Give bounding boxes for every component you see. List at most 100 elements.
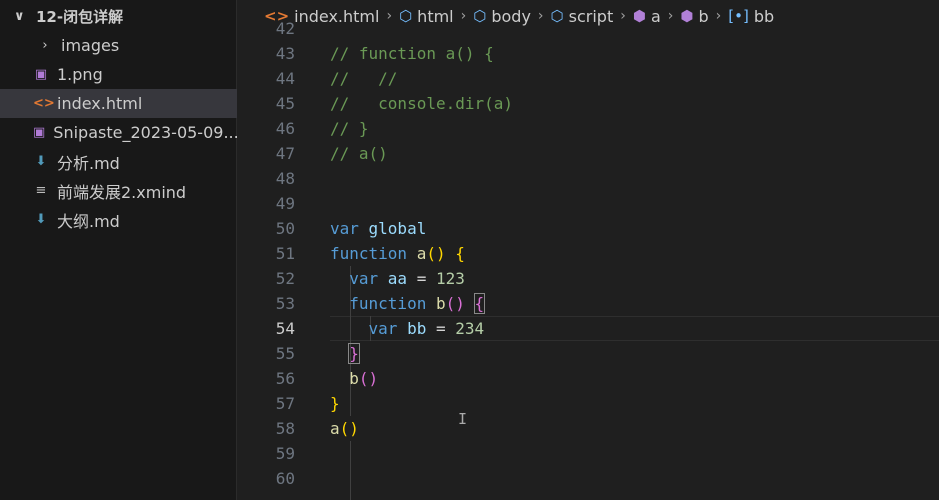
line-number: 44 [275,69,295,88]
tree-item-label: 大纲.md [57,211,120,231]
line-number: 48 [275,169,295,188]
code-line[interactable]: // // [330,66,397,91]
image-file-icon: ▣ [33,125,46,140]
code-token: b [349,369,359,388]
code-line[interactable]: // console.dir(a) [330,91,513,116]
line-number: 56 [275,369,295,388]
code-token: b [435,294,446,313]
element-icon: ⬡ [399,7,413,25]
code-token: bb [407,319,427,338]
tree-item-label: Snipaste_2023-05-09... [53,123,237,142]
breadcrumb-script[interactable]: ⬡ script › [551,7,633,26]
line-number: 59 [275,444,295,463]
code-token: () [339,419,359,438]
code-token: // // [330,69,398,88]
code-token: var [330,219,369,238]
line-number: 49 [275,194,295,213]
explorer-folder-header[interactable]: ∨ 12-闭包详解 [0,3,237,29]
code-line[interactable]: // } [330,116,369,141]
image-file-icon: ▣ [34,67,48,82]
markdown-file-icon: ⬇ [35,154,47,169]
chevron-right-icon: › [386,8,393,24]
line-number: 53 [275,294,295,313]
line-number: 42 [275,19,295,38]
html-file-icon: <> [33,96,55,111]
code-token: () [358,369,379,388]
code-token: 234 [455,319,485,338]
line-number: 58 [275,419,295,438]
code-token: // function a() { [330,44,494,63]
chevron-right-icon: › [715,8,722,24]
code-token: () [426,244,446,263]
code-line[interactable]: var global [330,216,426,241]
code-token: a [330,419,340,438]
code-token: } [348,343,360,364]
tree-item-xmind[interactable]: ≡ 前端发展2.xmind [0,176,237,205]
tree-item-analysis-md[interactable]: ⬇ 分析.md [0,147,237,176]
breadcrumb-variable-bb[interactable]: [•] bb [728,7,774,26]
line-number: 57 [275,394,295,413]
code-token: = [426,319,456,338]
code-token: // console.dir(a) [330,94,514,113]
function-icon: ⬢ [632,7,646,25]
code-token: } [330,394,340,413]
function-icon: ⬢ [680,7,694,25]
tree-item-label: 前端发展2.xmind [57,182,187,202]
code-token: { [455,244,465,263]
code-token: 123 [435,269,465,288]
line-number: 60 [275,469,295,488]
tree-item-1-png[interactable]: ▣ 1.png [0,60,237,89]
line-number: 43 [275,44,295,63]
text-cursor-icon: I [458,410,468,428]
breadcrumb-function-a[interactable]: ⬢ a › [633,7,681,26]
code-token: // } [330,119,369,138]
line-number: 45 [275,94,295,113]
chevron-right-icon: › [537,8,544,24]
code-token: var [330,269,388,288]
element-icon: ⬡ [473,7,487,25]
code-line[interactable]: a() [330,416,359,441]
tree-item-index-html[interactable]: <> index.html [0,89,237,118]
breadcrumb-function-b[interactable]: ⬢ b › [680,7,728,26]
code-line[interactable]: // a() [330,141,388,166]
code-line[interactable]: function a() { [330,241,465,266]
code-token: var [330,319,408,338]
breadcrumb: <> index.html › ⬡ html › ⬡ body › ⬡ scri… [238,0,939,32]
tree-item-label: index.html [57,94,143,113]
code-token: a [416,244,427,263]
text-file-icon: ≡ [35,183,47,198]
breadcrumb-html[interactable]: ⬡ html › [399,7,473,26]
code-line[interactable]: var bb = 234 [330,316,485,341]
code-line[interactable]: var aa = 123 [330,266,465,291]
breadcrumb-body[interactable]: ⬡ body › [473,7,550,26]
chevron-down-icon[interactable]: ∨ [14,9,36,24]
code-line[interactable]: b() [330,366,378,391]
chevron-right-icon: › [620,8,626,24]
element-icon: ⬡ [550,7,564,25]
code-token: function [330,244,417,263]
line-number: 55 [275,344,295,363]
code-token: global [368,219,427,238]
line-number: 52 [275,269,295,288]
markdown-file-icon: ⬇ [35,212,47,227]
code-token: () [445,294,465,313]
indent-guide [350,441,351,500]
code-line[interactable]: } [330,391,340,416]
tree-item-label: 分析.md [57,153,120,173]
code-line[interactable]: } [330,341,360,366]
code-token: function [330,294,436,313]
tree-item-outline-md[interactable]: ⬇ 大纲.md [0,205,237,234]
line-number: 54 [275,319,295,338]
code-line[interactable]: // function a() { [330,41,494,66]
tree-item-snipaste[interactable]: ▣ Snipaste_2023-05-09... [0,118,237,147]
folder-name: 12-闭包详解 [36,7,124,26]
code-token: // a() [330,144,388,163]
code-line[interactable]: function b() { [330,291,486,316]
tree-item-label: images [61,36,120,55]
code-editor[interactable]: <> index.html › ⬡ html › ⬡ body › ⬡ scri… [238,0,939,500]
tree-item-label: 1.png [57,65,103,84]
chevron-right-icon: › [460,8,467,24]
tree-item-images[interactable]: › images [0,31,237,60]
